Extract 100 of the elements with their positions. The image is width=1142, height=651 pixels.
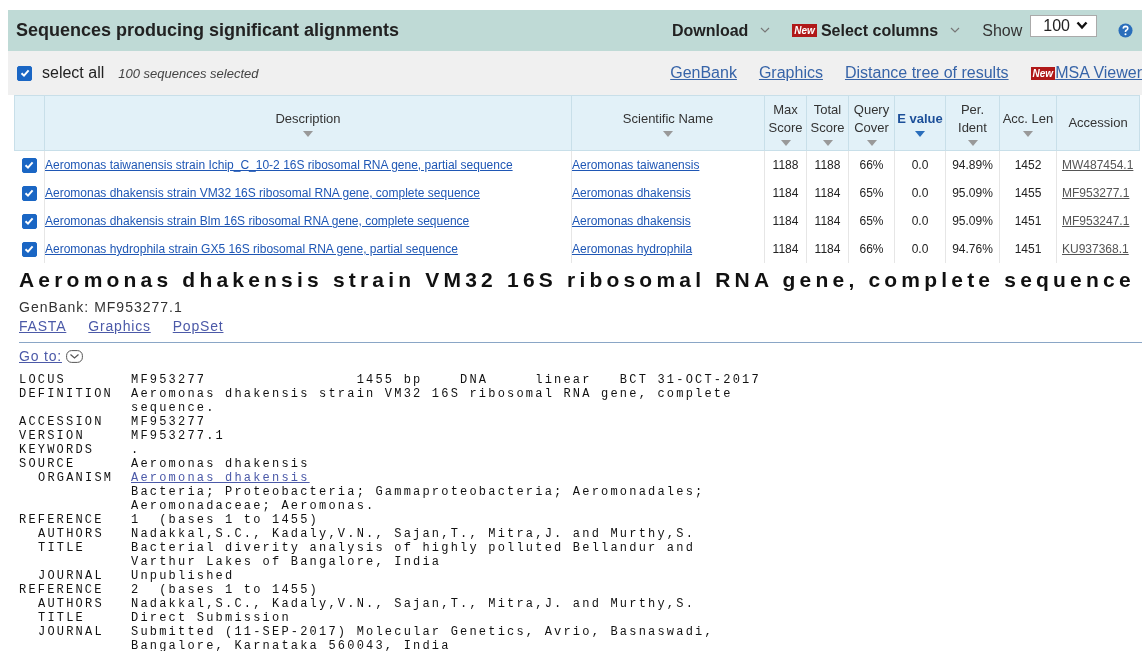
row-checkbox[interactable] — [21, 185, 37, 201]
field-value: sequence. — [131, 401, 216, 415]
field-value: Nadakkal,S.C., Kadaly,V.N., Sajan,T., Mitra,J. and Murthy,S. — [131, 527, 696, 541]
toolbar-link[interactable]: Distance tree of results — [844, 64, 1009, 82]
result-link[interactable]: MW487454.1 — [1057, 158, 1134, 172]
table-cell: 1184 — [772, 242, 799, 256]
checkmark-icon — [23, 243, 36, 256]
toolbar-link[interactable]: Graphics — [758, 64, 823, 82]
result-link[interactable]: Aeromonas taiwanensis — [572, 158, 700, 172]
sort-arrow-icon — [303, 130, 313, 137]
field-key: JOURNAL — [38, 569, 104, 583]
result-link[interactable]: Aeromonas dhakensis strain VM32 16S ribosomal RNA gene, complete sequence — [45, 186, 480, 200]
sort-arrow-icon — [1023, 130, 1033, 137]
show-count-select[interactable]: 100 — [1030, 14, 1097, 37]
toolbar-link[interactable]: MSA Viewer — [1055, 64, 1142, 82]
table-cell: 66% — [859, 158, 884, 172]
table-cell: 1184 — [814, 242, 841, 256]
field-value: Bacteria; Proteobacteria; Gammaproteobacteria; Aeromonadales; — [131, 485, 705, 499]
field-key: JOURNAL — [38, 625, 104, 639]
sort-arrow-icon — [866, 139, 877, 146]
checkmark-icon — [23, 215, 36, 228]
field-value: Nadakkal,S.C., Kadaly,V.N., Sajan,T., Mitra,J. and Murthy,S. — [131, 597, 696, 611]
result-link[interactable]: Aeromonas taiwanensis strain Ichip_C_10-2 16S ribosomal RNA gene, partial sequence — [45, 158, 513, 172]
result-link[interactable]: Aeromonas dhakensis strain Blm 16S ribosomal RNA gene, complete sequence — [45, 214, 470, 228]
table-cell: 1188 — [814, 158, 841, 172]
table-cell: 1452 — [1014, 158, 1042, 172]
checkmark-icon — [23, 159, 36, 172]
field-key: SOURCE — [19, 457, 76, 471]
dropdown-icon[interactable] — [65, 349, 83, 363]
field-value: Unpublished — [131, 569, 235, 583]
record-title: Aeromonas dhakensis strain VM32 16S ribosomal RNA gene, complete sequence — [19, 267, 1136, 293]
caret-icon — [950, 27, 961, 34]
table-cell: 0.0 — [911, 242, 929, 256]
checkmark-icon — [23, 187, 36, 200]
result-link[interactable]: MF953247.1 — [1057, 214, 1130, 228]
field-value: MF953277.1 — [131, 429, 225, 443]
section-title: Sequences producing significant alignments — [16, 20, 400, 41]
field-key: TITLE — [38, 541, 85, 555]
table-cell: 95.09% — [952, 186, 993, 200]
result-link[interactable]: Aeromonas hydrophila — [572, 242, 693, 256]
field-value: MF953277 1455 bp DNA linear BCT 31-OCT-2017 — [131, 373, 761, 387]
table-cell: 94.89% — [952, 158, 993, 172]
field-key: KEYWORDS — [19, 443, 95, 457]
table-cell: 1188 — [772, 158, 799, 172]
row-checkbox[interactable] — [21, 241, 37, 257]
download-menu[interactable]: Download — [671, 21, 755, 40]
record-link[interactable]: FASTA — [19, 318, 67, 334]
result-link[interactable]: Aeromonas hydrophila strain GX5 16S ribosomal RNA gene, partial sequence — [45, 242, 458, 256]
result-link[interactable]: Aeromonas dhakensis — [572, 186, 691, 200]
table-cell: 95.09% — [952, 214, 993, 228]
table-cell: 1451 — [1014, 242, 1042, 256]
table-cell: 0.0 — [911, 186, 929, 200]
table-cell: 0.0 — [911, 158, 929, 172]
show-label: Show — [982, 21, 1023, 40]
field-key: REFERENCE — [19, 513, 104, 527]
field-value: Aeromonadaceae; Aeromonas. — [131, 499, 376, 513]
field-key: AUTHORS — [38, 527, 104, 541]
select-all-checkbox[interactable] — [17, 65, 32, 81]
table-cell: 1184 — [814, 186, 841, 200]
sort-arrow-icon — [822, 139, 833, 146]
field-key: REFERENCE — [19, 583, 104, 597]
row-checkbox[interactable] — [21, 157, 37, 173]
toolbar-link[interactable]: GenBank — [670, 64, 737, 82]
record-link[interactable]: Graphics — [88, 318, 151, 334]
table-cell: 1184 — [772, 186, 799, 200]
table-cell: 1455 — [1014, 186, 1042, 200]
field-value: 1 (bases 1 to 1455) — [131, 513, 320, 527]
chevron-down-icon — [1076, 21, 1088, 30]
field-value: . — [131, 443, 141, 457]
field-value: Submitted (11-SEP-2017) Molecular Genetics, Avrio, Basnaswadi, — [131, 625, 714, 639]
genbank-id: GenBank: MF953277.1 — [19, 299, 184, 315]
organism-link[interactable]: Aeromonas dhakensis — [131, 471, 310, 485]
field-value: MF953277 — [131, 415, 207, 429]
sort-arrow-icon — [780, 139, 791, 146]
field-key: AUTHORS — [38, 597, 104, 611]
table-cell: 1184 — [772, 214, 799, 228]
selected-count: 100 sequences selected — [118, 65, 259, 81]
sort-arrow-icon — [967, 139, 978, 146]
field-value: Aeromonas dhakensis — [131, 457, 310, 471]
table-cell: 1184 — [814, 214, 841, 228]
table-cell: 0.0 — [911, 214, 929, 228]
field-value: Direct Submission — [131, 611, 291, 625]
row-checkbox[interactable] — [21, 213, 37, 229]
help-icon[interactable] — [1118, 23, 1133, 38]
field-value: 2 (bases 1 to 1455) — [131, 583, 320, 597]
go-to-link[interactable]: Go to: — [19, 348, 62, 364]
result-link[interactable]: KU937368.1 — [1057, 242, 1129, 256]
table-cell: 65% — [859, 214, 884, 228]
field-value: Aeromonas dhakensis strain VM32 16S ribosomal RNA gene, complete — [131, 387, 733, 401]
sort-arrow-icon — [663, 130, 673, 137]
new-badge: New — [792, 24, 817, 37]
select-all-label: select all — [42, 64, 105, 82]
record-link[interactable]: PopSet — [172, 318, 224, 334]
select-columns-menu[interactable]: Select columns — [820, 21, 945, 40]
checkmark-icon — [18, 67, 31, 79]
result-link[interactable]: MF953277.1 — [1057, 186, 1130, 200]
result-link[interactable]: Aeromonas dhakensis — [572, 214, 691, 228]
table-cell: 65% — [859, 186, 884, 200]
sort-arrow-icon — [915, 130, 925, 137]
field-key: LOCUS — [19, 373, 66, 387]
